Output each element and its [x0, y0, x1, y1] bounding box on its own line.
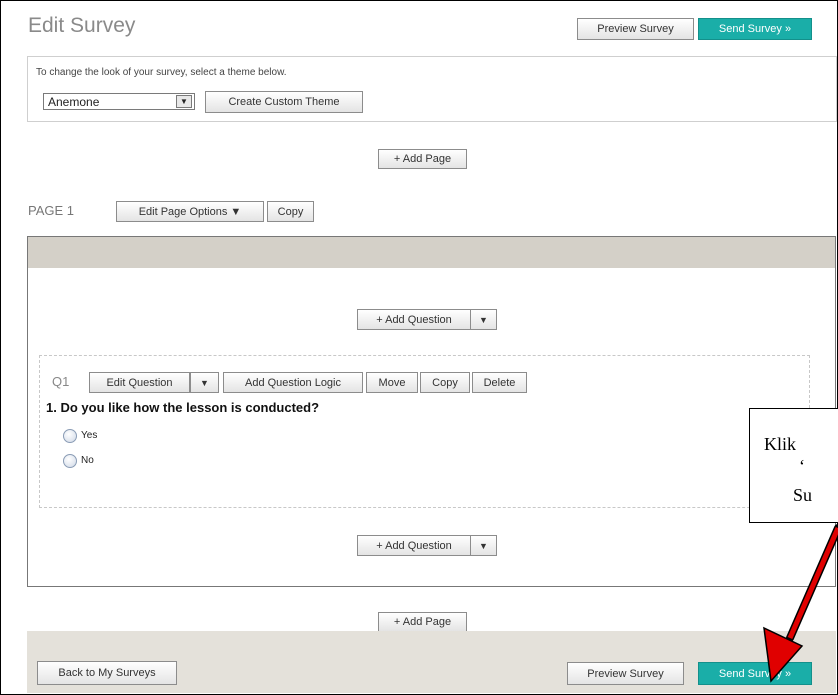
pointer-arrow-icon — [763, 524, 838, 683]
